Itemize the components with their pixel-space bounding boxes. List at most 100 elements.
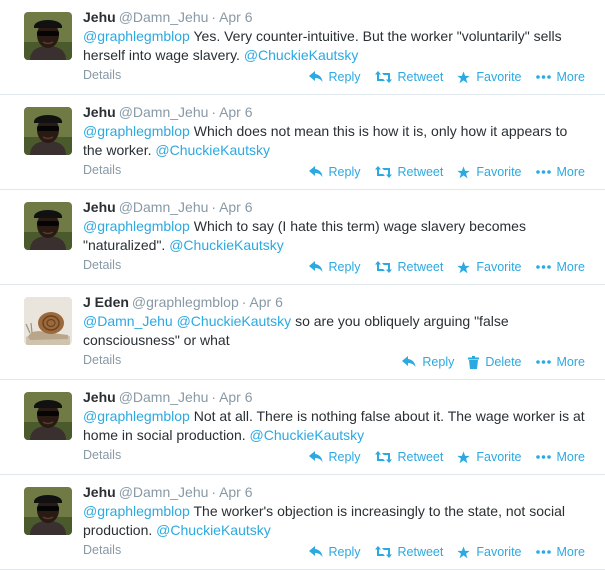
details-link[interactable]: Details (83, 68, 121, 82)
tweet-item: Jehu @Damn_Jehu · Apr 6 @graphlegmblop Which… (0, 95, 605, 190)
more-action[interactable]: More (535, 165, 585, 179)
more-action[interactable]: More (535, 70, 585, 84)
reply-action[interactable]: Reply (308, 70, 361, 84)
retweet-action[interactable]: Retweet (374, 260, 443, 274)
reply-action[interactable]: Reply (308, 165, 361, 179)
tweet-text: @graphlegmblop Not at all. There is noth… (83, 407, 588, 444)
more-label: More (556, 70, 585, 84)
author-handle[interactable]: @Damn_Jehu (119, 484, 209, 500)
more-label: More (556, 545, 585, 559)
retweet-action[interactable]: Retweet (374, 450, 444, 464)
more-label: More (556, 260, 585, 274)
retweet-icon (374, 261, 398, 273)
more-icon (535, 360, 557, 364)
author-handle[interactable]: @Damn_Jehu (119, 389, 209, 405)
reply-label: Reply (328, 450, 361, 464)
retweet-action[interactable]: Retweet (374, 545, 444, 559)
delete-action[interactable]: Delete (468, 355, 522, 369)
author-name[interactable]: Jehu (83, 484, 116, 500)
mention-link[interactable]: @Damn_Jehu (83, 313, 173, 329)
tweet-actions: Reply Delete More (388, 355, 585, 369)
details-link[interactable]: Details (83, 448, 121, 462)
avatar[interactable] (24, 392, 72, 440)
favorite-action[interactable]: Favorite (457, 450, 522, 464)
tweet-header: Jehu @Damn_Jehu · Apr 6 (83, 9, 253, 25)
more-action[interactable]: More (535, 355, 585, 369)
mention-link[interactable]: @graphlegmblop (83, 218, 190, 234)
favorite-action[interactable]: Favorite (457, 260, 522, 274)
retweet-action[interactable]: Retweet (374, 165, 443, 179)
author-handle[interactable]: @Damn_Jehu (119, 199, 209, 215)
separator-dot: · (211, 484, 217, 500)
tweet-timestamp[interactable]: Apr 6 (219, 484, 252, 500)
author-name[interactable]: Jehu (83, 199, 116, 215)
retweet-label: Retweet (397, 450, 444, 464)
star-icon (457, 546, 476, 559)
tweet-timestamp[interactable]: Apr 6 (219, 389, 252, 405)
tweet-header: J Eden @graphlegmblop · Apr 6 (83, 294, 283, 310)
details-link[interactable]: Details (83, 258, 121, 272)
reply-label: Reply (328, 165, 361, 179)
tweet-timestamp[interactable]: Apr 6 (219, 104, 252, 120)
favorite-action[interactable]: Favorite (457, 545, 522, 559)
details-link[interactable]: Details (83, 163, 121, 177)
author-handle[interactable]: @graphlegmblop (132, 294, 239, 310)
separator-dot: · (211, 199, 217, 215)
tweet-text: @graphlegmblop Which to say (I hate this… (83, 217, 588, 254)
tweet-timestamp[interactable]: Apr 6 (219, 199, 252, 215)
avatar[interactable] (24, 297, 72, 345)
mention-link[interactable]: @ChuckieKautsky (169, 237, 284, 253)
delete-label: Delete (485, 355, 522, 369)
more-icon (535, 170, 557, 174)
author-handle[interactable]: @Damn_Jehu (119, 9, 209, 25)
more-label: More (556, 165, 585, 179)
author-name[interactable]: Jehu (83, 389, 116, 405)
favorite-action[interactable]: Favorite (457, 165, 522, 179)
more-action[interactable]: More (535, 260, 585, 274)
mention-link[interactable]: @graphlegmblop (83, 408, 190, 424)
tweet-item: Jehu @Damn_Jehu · Apr 6 @graphlegmblop Which… (0, 190, 605, 285)
details-link[interactable]: Details (83, 543, 121, 557)
author-name[interactable]: Jehu (83, 104, 116, 120)
avatar[interactable] (24, 487, 72, 535)
mention-link[interactable]: @graphlegmblop (83, 28, 190, 44)
mention-link[interactable]: @ChuckieKautsky (177, 313, 292, 329)
favorite-action[interactable]: Favorite (457, 70, 522, 84)
more-icon (535, 455, 557, 459)
tweet-header: Jehu @Damn_Jehu · Apr 6 (83, 484, 253, 500)
retweet-label: Retweet (397, 545, 444, 559)
mention-link[interactable]: @ChuckieKautsky (250, 427, 365, 443)
details-link[interactable]: Details (83, 353, 121, 367)
favorite-label: Favorite (476, 545, 522, 559)
tweet-timestamp[interactable]: Apr 6 (249, 294, 282, 310)
more-action[interactable]: More (535, 545, 585, 559)
reply-action[interactable]: Reply (308, 260, 361, 274)
more-icon (535, 75, 557, 79)
reply-icon (308, 166, 329, 178)
avatar[interactable] (24, 107, 72, 155)
mention-link[interactable]: @ChuckieKautsky (155, 142, 270, 158)
mention-link[interactable]: @graphlegmblop (83, 123, 190, 139)
tweet-text: @graphlegmblop Which does not mean this … (83, 122, 588, 159)
avatar[interactable] (24, 12, 72, 60)
favorite-label: Favorite (476, 70, 522, 84)
more-action[interactable]: More (535, 450, 585, 464)
author-name[interactable]: Jehu (83, 9, 116, 25)
retweet-action[interactable]: Retweet (374, 70, 443, 84)
mention-link[interactable]: @ChuckieKautsky (244, 47, 359, 63)
more-icon (535, 550, 557, 554)
tweet-timestamp[interactable]: Apr 6 (219, 9, 252, 25)
mention-link[interactable]: @ChuckieKautsky (156, 522, 271, 538)
tweet-actions: Reply Retweet Favorite More (295, 260, 585, 274)
reply-label: Reply (328, 545, 361, 559)
reply-action[interactable]: Reply (308, 545, 361, 559)
author-name[interactable]: J Eden (83, 294, 129, 310)
tweet-item: J Eden @graphlegmblop · Apr 6 @Damn_Jehu @Ch… (0, 285, 605, 380)
reply-action[interactable]: Reply (402, 355, 454, 369)
retweet-icon (374, 166, 398, 178)
retweet-icon (374, 71, 398, 83)
mention-link[interactable]: @graphlegmblop (83, 503, 190, 519)
author-handle[interactable]: @Damn_Jehu (119, 104, 209, 120)
avatar[interactable] (24, 202, 72, 250)
reply-action[interactable]: Reply (308, 450, 361, 464)
